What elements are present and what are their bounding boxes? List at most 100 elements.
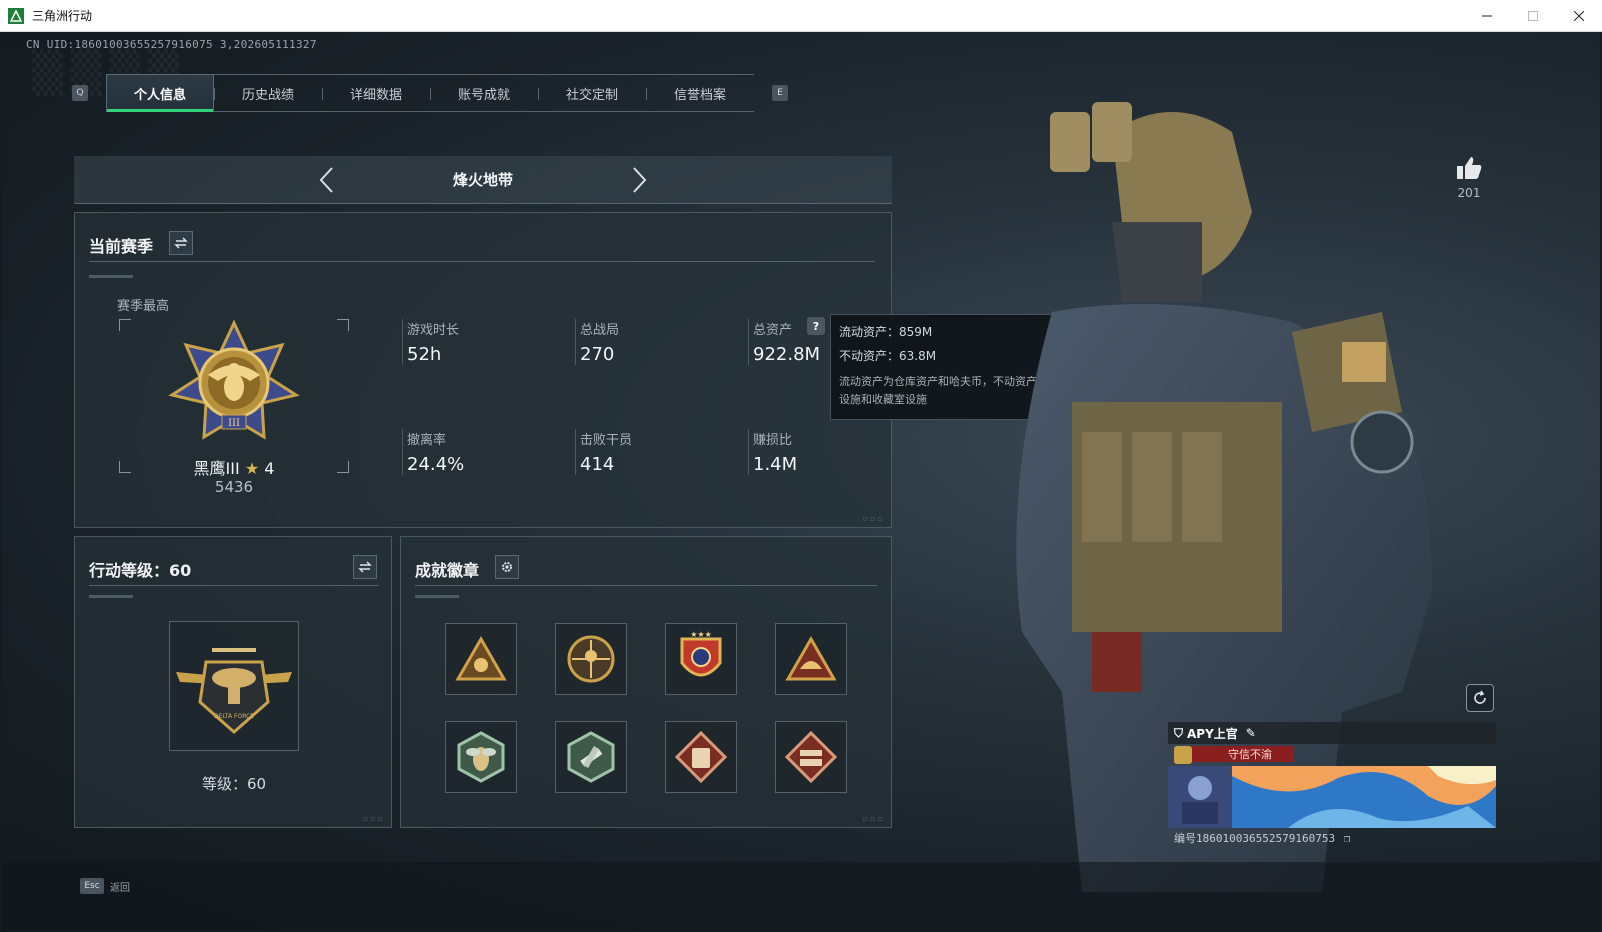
svg-text:III: III [228, 418, 240, 429]
gear-icon [502, 562, 512, 572]
stat-value: 922.8M [753, 344, 821, 365]
panel-corner-decor: ▫▫▫ [862, 514, 885, 523]
maximize-button[interactable] [1510, 0, 1556, 32]
stat-label: 击败干员 [580, 433, 633, 448]
level-label: 等级：60 [201, 775, 267, 793]
name-card-banner [1168, 766, 1496, 828]
tab-personal-info[interactable]: 个人信息 [106, 74, 214, 112]
mode-prev-button[interactable] [311, 165, 341, 195]
card-id-text: 编号186010036552579160753 [1174, 832, 1336, 845]
rank-stars: 4 [264, 459, 275, 478]
tab-history[interactable]: 历史战绩 [214, 74, 322, 112]
thumbs-up-icon [1457, 157, 1482, 179]
stat-profit-ratio: 赚损比 1.4M [748, 429, 797, 475]
season-panel: 当前赛季 赛季最高 III 黑鹰III ★ 4 5436 游戏时长 52h 总战… [74, 212, 892, 528]
rank-frame: III [119, 319, 349, 473]
tab-detailed-data[interactable]: 详细数据 [322, 74, 430, 112]
uid-text: CN UID:18601003655257916075 3,2026051113… [26, 38, 317, 51]
badges-divider [415, 585, 877, 586]
panel-corner-decor: ▫▫▫ [862, 814, 885, 823]
stat-kills: 击败干员 414 [575, 429, 632, 475]
season-divider [89, 261, 875, 262]
card-id: 编号186010036552579160753 ❐ [1174, 830, 1350, 846]
rank-score: 5436 [214, 478, 254, 496]
season-switch-button[interactable] [169, 231, 193, 255]
like-button[interactable]: 201 [1447, 156, 1491, 200]
badges-title: 成就徽章 [415, 561, 480, 580]
tab-social[interactable]: 社交定制 [538, 74, 646, 112]
swap-icon [174, 237, 188, 249]
badge-helmet-icon [785, 635, 837, 681]
copy-icon[interactable]: ❐ [1344, 832, 1351, 845]
badge-slot-3[interactable]: ★★★ [665, 623, 737, 695]
level-title: 行动等级：60 [89, 561, 192, 580]
panel-corner-decor: ▫▫▫ [362, 814, 385, 823]
like-count: 201 [1457, 186, 1481, 200]
help-icon[interactable]: ? [807, 317, 825, 335]
refresh-button[interactable] [1466, 684, 1494, 712]
card-header: ⛉ APY上官 ✎ [1168, 722, 1496, 744]
tab-reputation[interactable]: 信誉档案 [646, 74, 754, 112]
badge-slot-5[interactable] [445, 721, 517, 793]
motto-badge-icon [1174, 746, 1192, 764]
badge-vest-icon [674, 730, 728, 784]
rank-name: 黑鹰III ★ 4 [119, 455, 349, 479]
back-button[interactable]: Esc 返回 [80, 878, 130, 894]
badge-slot-7[interactable] [665, 721, 737, 793]
stat-extract-rate: 撤离率 24.4% [402, 429, 464, 475]
mode-name: 烽火地带 [452, 171, 513, 189]
close-icon [1574, 10, 1584, 21]
minimize-button[interactable] [1464, 0, 1510, 32]
badges-underline [415, 595, 459, 598]
rank-emblem-icon: III [168, 319, 300, 440]
season-title: 当前赛季 [89, 237, 154, 256]
tab-achievements[interactable]: 账号成就 [430, 74, 538, 112]
back-label: 返回 [110, 882, 130, 894]
minimize-icon [1482, 15, 1492, 16]
prev-tab-key[interactable]: Q [72, 85, 88, 101]
stat-total-matches: 总战局 270 [575, 319, 619, 365]
stat-label: 赚损比 [753, 433, 793, 448]
window-titlebar: 三角洲行动 [0, 0, 1602, 32]
badge-slot-6[interactable] [555, 721, 627, 793]
badge-slot-8[interactable] [775, 721, 847, 793]
app-logo-icon [8, 7, 24, 24]
maximize-icon [1528, 10, 1538, 21]
mode-next-button[interactable] [625, 165, 655, 195]
player-name: APY上官 [1187, 726, 1238, 741]
stat-label: 总战局 [580, 323, 620, 338]
esc-key: Esc [80, 878, 104, 894]
level-emblem-icon: DELTA FORCE [176, 648, 292, 735]
star-icon: ★ [244, 459, 260, 478]
badge-triangle-icon [455, 635, 507, 681]
badge-wasp-icon [457, 731, 505, 783]
badge-slot-1[interactable] [445, 623, 517, 695]
swap-icon [358, 561, 372, 573]
badge-slot-2[interactable] [555, 623, 627, 695]
level-emblem-frame: DELTA FORCE [169, 621, 299, 751]
stat-value: 414 [580, 454, 615, 475]
player-name-card[interactable]: ⛉ APY上官 ✎ 守信不渝 编号186010036552579160753 ❐ [1168, 722, 1496, 854]
badges-settings-button[interactable] [495, 555, 519, 579]
mode-selector: 烽火地带 [74, 156, 892, 204]
season-underline [89, 275, 133, 278]
close-button[interactable] [1556, 0, 1602, 32]
player-motto: 守信不渝 [1184, 746, 1294, 762]
game-viewport: ▒▒▒▒ CN UID:18601003655257916075 3,20260… [2, 32, 1600, 930]
badge-tools-icon [567, 731, 615, 783]
level-panel: 行动等级：60 DELTA FORCE 等级：60 ▫▫▫ [74, 536, 392, 828]
badge-crate-icon [784, 730, 838, 784]
badge-slot-4[interactable] [775, 623, 847, 695]
stat-value: 1.4M [753, 454, 798, 475]
stat-play-time: 游戏时长 52h [402, 319, 459, 365]
level-switch-button[interactable] [353, 555, 377, 579]
edit-icon[interactable]: ✎ [1246, 726, 1256, 740]
shield-icon: ⛉ [1174, 725, 1184, 740]
rank-name-text: 黑鹰III [193, 459, 240, 478]
badges-panel: 成就徽章 ★★★ ▫▫▫ [400, 536, 892, 828]
stat-label: 撤离率 [407, 433, 447, 448]
season-highest-label: 赛季最高 [117, 299, 170, 314]
chevron-right-icon [633, 166, 647, 193]
next-tab-key[interactable]: E [772, 85, 788, 101]
level-underline [89, 595, 133, 598]
